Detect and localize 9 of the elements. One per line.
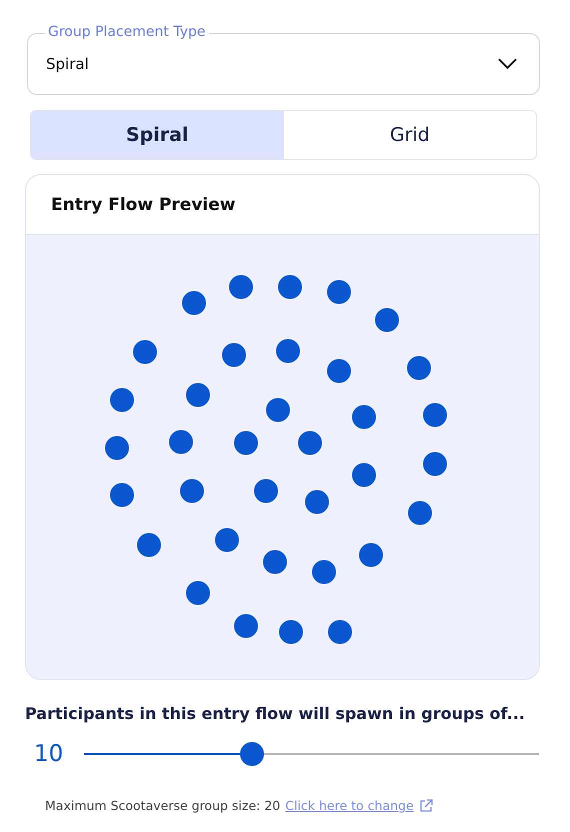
group-size-note: Maximum Scootaverse group size: 20 — [45, 798, 280, 813]
select-label: Group Placement Type — [45, 24, 209, 40]
slider-value: 10 — [33, 741, 64, 767]
tab[interactable]: Spiral — [31, 111, 284, 159]
slider-thumb[interactable] — [240, 742, 264, 766]
chevron-down-icon[interactable] — [498, 58, 517, 70]
section-heading: Participants in this entry flow will spawn in groups of... — [25, 704, 526, 723]
select-value: Spiral — [46, 55, 90, 73]
external-link-icon[interactable] — [418, 798, 433, 812]
